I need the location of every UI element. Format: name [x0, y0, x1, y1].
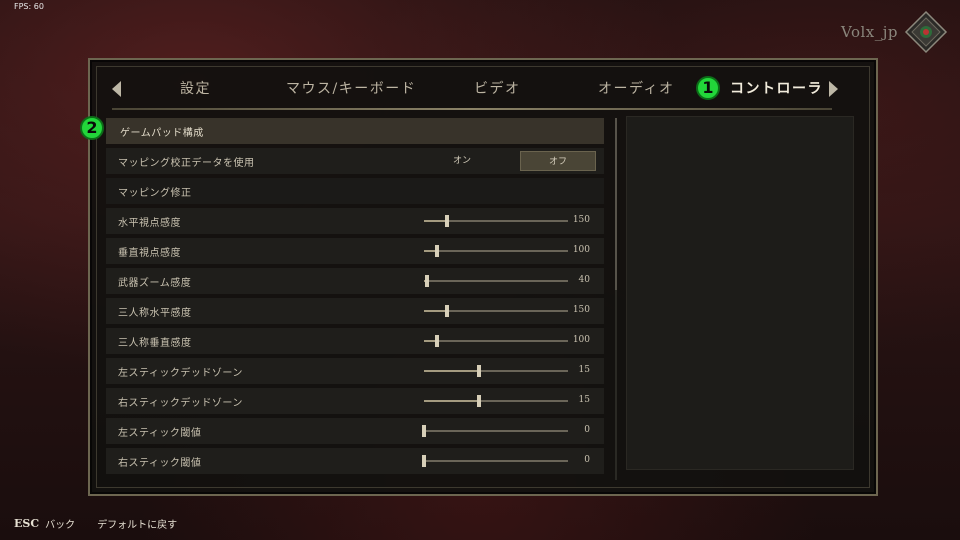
slider-value: 0 [584, 455, 590, 465]
slider-fill [424, 400, 479, 402]
back-button[interactable]: バック [45, 516, 75, 531]
slider-track[interactable] [424, 335, 568, 347]
slider-fill [424, 220, 448, 222]
tab-audio[interactable]: オーディオ [598, 78, 675, 98]
calibration-on-button[interactable]: オン [424, 151, 500, 171]
settings-list: ゲームパッド構成 マッピング校正データを使用 オン オフ マッピング修正 水平視… [106, 118, 604, 480]
slider-track[interactable] [424, 245, 568, 257]
slider-row: 三人称水平感度 150 [106, 298, 604, 324]
slider-row: 三人称垂直感度 100 [106, 328, 604, 354]
slider-value: 150 [572, 305, 590, 315]
tab-settings[interactable]: 設定 [180, 78, 211, 98]
slider-track[interactable] [424, 275, 568, 287]
tab-bar: 設定 マウス/キーボード ビデオ オーディオ コントローラ [98, 74, 868, 110]
slider-row: 右スティック閾値 0 [106, 448, 604, 474]
controller-preview-pane [626, 116, 854, 470]
slider-value: 100 [572, 245, 590, 255]
row-label: 左スティック閾値 [118, 428, 202, 439]
tab-underline [112, 108, 832, 110]
slider-fill [424, 310, 448, 312]
slider-track[interactable] [422, 425, 568, 437]
footer-hints: ESC バック デフォルトに戻す [14, 516, 177, 531]
settings-panel: 設定 マウス/キーボード ビデオ オーディオ コントローラ 1 2 ゲームパッド… [80, 58, 878, 496]
slider-value: 40 [578, 275, 590, 285]
calibration-row: マッピング校正データを使用 オン オフ [106, 148, 604, 174]
reset-defaults-button[interactable]: デフォルトに戻す [97, 516, 177, 531]
esc-key-hint: ESC [14, 517, 40, 530]
slider-handle[interactable] [434, 335, 439, 347]
slider-handle[interactable] [476, 365, 481, 377]
slider-handle[interactable] [445, 305, 450, 317]
row-label: マッピング校正データを使用 [118, 158, 255, 169]
slider-value: 15 [578, 365, 590, 375]
row-label: 右スティックデッドゾーン [118, 398, 243, 409]
slider-handle[interactable] [434, 245, 439, 257]
username: Volx_jp [841, 23, 898, 41]
slider-handle[interactable] [422, 455, 426, 467]
row-label: マッピング修正 [118, 188, 192, 199]
slider-row: 武器ズーム感度 40 [106, 268, 604, 294]
row-label: 水平視点感度 [118, 218, 181, 229]
slider-row: 左スティックデッドゾーン 15 [106, 358, 604, 384]
tab-controller[interactable]: コントローラ [730, 78, 823, 98]
slider-track[interactable] [424, 215, 568, 227]
slider-track[interactable] [424, 365, 568, 377]
slider-handle[interactable] [445, 215, 450, 227]
slider-value: 15 [578, 395, 590, 405]
gamepad-config-header: ゲームパッド構成 [106, 118, 604, 144]
slider-track[interactable] [424, 305, 568, 317]
calibration-off-button[interactable]: オフ [520, 151, 596, 171]
row-label: ゲームパッド構成 [120, 128, 204, 139]
tab-prev-arrow-icon[interactable] [112, 81, 121, 97]
row-label: 垂直視点感度 [118, 248, 181, 259]
slider-handle[interactable] [422, 425, 426, 437]
fps-counter: FPS: 60 [14, 2, 44, 11]
slider-track[interactable] [422, 455, 568, 467]
slider-value: 0 [584, 425, 590, 435]
slider-handle[interactable] [424, 275, 429, 287]
row-label: 三人称垂直感度 [118, 338, 192, 349]
slider-fill [424, 370, 479, 372]
tab-video[interactable]: ビデオ [474, 78, 521, 98]
slider-value: 100 [572, 335, 590, 345]
row-label: 武器ズーム感度 [118, 278, 192, 289]
settings-scrollbar[interactable] [615, 118, 617, 480]
slider-track[interactable] [424, 395, 568, 407]
slider-handle[interactable] [476, 395, 481, 407]
slider-row: 右スティックデッドゾーン 15 [106, 388, 604, 414]
slider-row: 水平視点感度 150 [106, 208, 604, 234]
slider-row: 垂直視点感度 100 [106, 238, 604, 264]
tab-mouse-keyboard[interactable]: マウス/キーボード [286, 78, 416, 98]
annotation-marker-1: 1 [696, 76, 720, 100]
slider-row: 左スティック閾値 0 [106, 418, 604, 444]
row-label: 左スティックデッドゾーン [118, 368, 243, 379]
player-emblem-icon [904, 10, 948, 54]
scrollbar-thumb[interactable] [615, 118, 617, 290]
user-badge: Volx_jp [841, 10, 948, 54]
mapping-correction-section: マッピング修正 [106, 178, 604, 204]
tab-next-arrow-icon[interactable] [829, 81, 838, 97]
slider-value: 150 [572, 215, 590, 225]
row-label: 三人称水平感度 [118, 308, 192, 319]
annotation-marker-2: 2 [80, 116, 104, 140]
row-label: 右スティック閾値 [118, 458, 202, 469]
